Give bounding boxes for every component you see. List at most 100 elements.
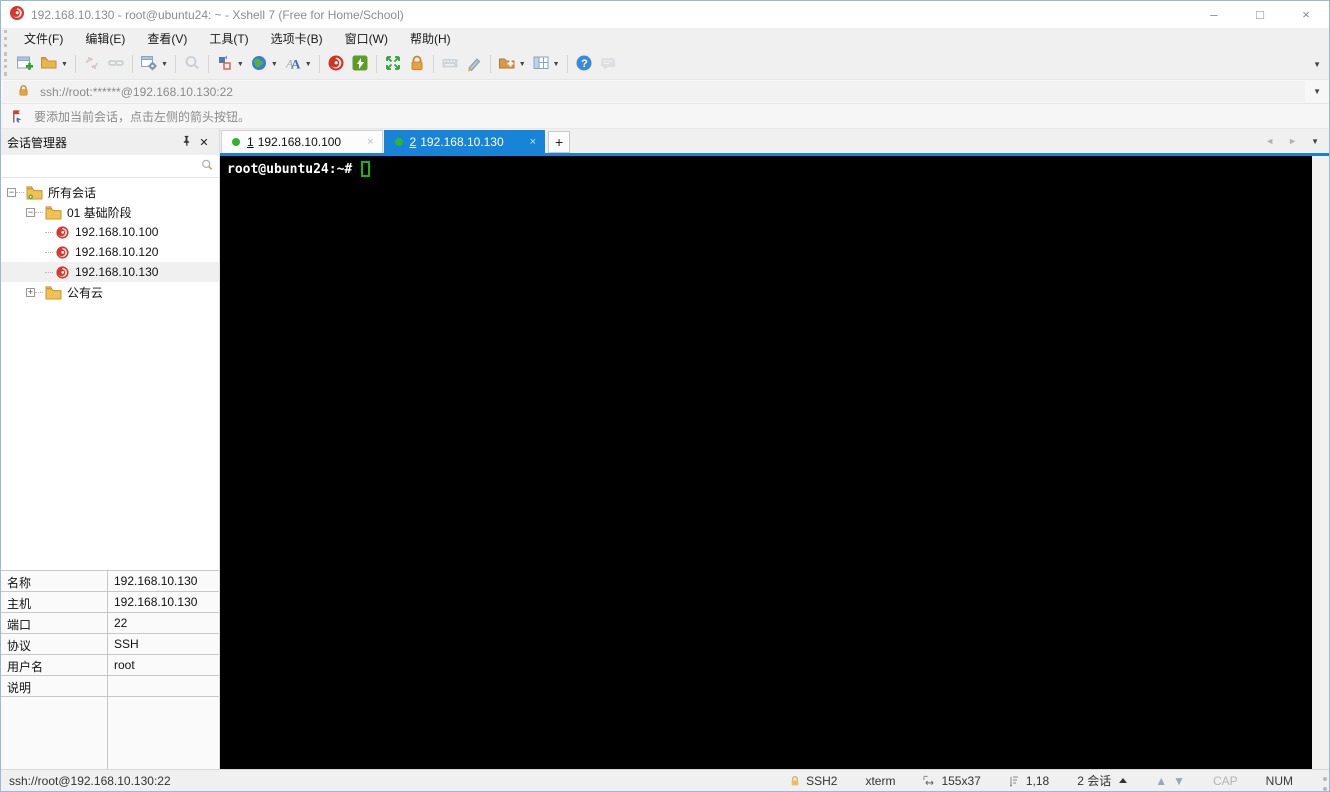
chevron-down-icon: ▼ <box>61 60 68 68</box>
tree-item-folder-01[interactable]: − 01 基础阶段 <box>1 202 219 222</box>
session-properties-button[interactable]: ▼ <box>137 52 171 76</box>
compose-bar-button[interactable]: ▼ <box>213 52 247 76</box>
tab-list-icon[interactable]: ▼ <box>1311 137 1319 146</box>
toolbar-overflow-icon[interactable]: ▼ <box>1305 60 1329 69</box>
new-session-button[interactable] <box>13 52 37 76</box>
help-button[interactable]: ? <box>572 52 596 76</box>
xshell-icon <box>327 54 345 75</box>
terminal[interactable]: root@ubuntu24:~# <box>220 156 1312 769</box>
session-manager-panel: 会话管理器 ✕ − 所有会话 − 01 基础阶段 192.168.10.100 … <box>1 129 220 769</box>
tab-session-100[interactable]: 1 192.168.10.100 × <box>221 130 383 153</box>
menu-grip[interactable] <box>4 30 9 47</box>
property-value-host[interactable]: 192.168.10.130 <box>108 592 219 612</box>
tree-item-session-130[interactable]: 192.168.10.130 <box>1 262 219 282</box>
folder-icon <box>45 285 62 300</box>
terminal-scrollbar[interactable] <box>1312 156 1329 769</box>
status-terminal-size[interactable]: 155x37 <box>909 774 994 788</box>
menu-bar: 文件(F) 编辑(E) 查看(V) 工具(T) 选项卡(B) 窗口(W) 帮助(… <box>1 28 1329 49</box>
toolbar-separator <box>131 55 133 73</box>
close-button[interactable]: × <box>1283 1 1329 28</box>
property-value-port[interactable]: 22 <box>108 613 219 633</box>
tree-item-folder-cloud[interactable]: + 公有云 <box>1 282 219 302</box>
menu-tab[interactable]: 选项卡(B) <box>260 28 334 49</box>
reconnect-icon <box>107 54 125 75</box>
chevron-down-icon: ▼ <box>518 60 526 68</box>
toolbar-separator <box>432 55 434 73</box>
tree-item-session-120[interactable]: 192.168.10.120 <box>1 242 219 262</box>
tab-session-130[interactable]: 2 192.168.10.130 × <box>383 130 546 153</box>
xshell-window: 192.168.10.130 - root@ubuntu24: ~ - Xshe… <box>0 0 1330 792</box>
font-button[interactable]: A A ▼ <box>281 52 315 76</box>
prev-session-icon[interactable]: ▲ <box>1155 774 1167 788</box>
menu-help[interactable]: 帮助(H) <box>399 28 462 49</box>
property-value-username[interactable]: root <box>108 655 219 675</box>
tab-scroll-left-icon[interactable]: ◄ <box>1265 136 1274 146</box>
expand-icon[interactable]: + <box>26 287 35 297</box>
toolbar-grip[interactable] <box>4 52 9 76</box>
toolbar-separator <box>174 55 176 73</box>
virtual-keyboard-button[interactable] <box>438 52 462 76</box>
new-tab-button[interactable]: + <box>548 131 571 153</box>
status-protocol[interactable]: SSH2 <box>775 774 851 788</box>
toolbar-separator <box>566 55 568 73</box>
menu-file[interactable]: 文件(F) <box>13 28 74 49</box>
open-folder-icon <box>40 54 58 75</box>
transfer-new-file-button[interactable]: ▼ <box>495 52 529 76</box>
xshell-launch-button[interactable] <box>324 52 348 76</box>
tree-item-session-100[interactable]: 192.168.10.100 <box>1 222 219 242</box>
new-session-icon <box>16 54 34 75</box>
menu-tools[interactable]: 工具(T) <box>198 28 259 49</box>
property-row-port: 端口 22 <box>1 613 219 634</box>
feedback-button[interactable] <box>596 52 620 76</box>
toolbar-separator <box>489 55 491 73</box>
toolbar: ▼ ▼ ▼ ▼ A A ▼ ▼ ▼ ? ▼ <box>1 49 1329 79</box>
find-button[interactable] <box>180 52 204 76</box>
layout-button[interactable]: ▼ <box>529 52 563 76</box>
menu-edit[interactable]: 编辑(E) <box>74 28 136 49</box>
property-row-description: 说明 <box>1 676 219 697</box>
disconnect-button[interactable] <box>80 52 104 76</box>
svg-text:A: A <box>291 56 301 71</box>
font-icon: AA <box>284 54 302 75</box>
address-input[interactable]: ssh://root:******@192.168.10.130:22 <box>3 81 1306 102</box>
session-manager-header: 会话管理器 ✕ <box>1 129 219 155</box>
status-terminal-type[interactable]: xterm <box>851 774 909 788</box>
tab-scroll-right-icon[interactable]: ► <box>1288 136 1297 146</box>
minimize-button[interactable]: – <box>1191 1 1237 28</box>
property-row-name: 名称 192.168.10.130 <box>1 571 219 592</box>
web-button[interactable]: ▼ <box>247 52 281 76</box>
open-session-button[interactable]: ▼ <box>37 52 71 76</box>
tab-close-icon[interactable]: × <box>367 136 373 148</box>
menu-window[interactable]: 窗口(W) <box>334 28 399 49</box>
fullscreen-button[interactable] <box>381 52 405 76</box>
tree-item-all-sessions[interactable]: − 所有会话 <box>1 182 219 202</box>
maximize-button[interactable]: □ <box>1237 1 1283 28</box>
chevron-down-icon: ▼ <box>304 60 312 68</box>
terminal-prompt: root@ubuntu24:~# <box>227 161 353 177</box>
highlight-button[interactable] <box>462 52 486 76</box>
reconnect-button[interactable] <box>104 52 128 76</box>
tab-close-icon[interactable]: × <box>530 136 536 148</box>
status-session-count[interactable]: 2 会话 <box>1063 772 1141 789</box>
property-value-name[interactable]: 192.168.10.130 <box>108 571 219 591</box>
address-overflow-icon[interactable]: ▼ <box>1305 87 1329 96</box>
terminal-wrap: root@ubuntu24:~# <box>220 156 1329 769</box>
property-value-protocol[interactable]: SSH <box>108 634 219 654</box>
lock-screen-button[interactable] <box>405 52 429 76</box>
session-search-input[interactable] <box>1 155 200 177</box>
session-icon <box>55 245 70 260</box>
pin-icon[interactable] <box>177 135 195 149</box>
search-icon[interactable] <box>200 158 214 175</box>
next-session-icon[interactable]: ▼ <box>1173 774 1185 788</box>
connected-dot-icon <box>232 138 240 146</box>
collapse-icon[interactable]: − <box>7 187 16 197</box>
status-cursor-position[interactable]: 1,18 <box>995 774 1063 788</box>
resize-grip[interactable] <box>1313 776 1327 791</box>
collapse-icon[interactable]: − <box>26 207 35 217</box>
property-value-description[interactable] <box>108 676 219 696</box>
title-bar: 192.168.10.130 - root@ubuntu24: ~ - Xshe… <box>1 1 1329 28</box>
xftp-launch-button[interactable] <box>348 52 372 76</box>
close-panel-icon[interactable]: ✕ <box>195 136 213 149</box>
new-file-icon <box>498 54 516 75</box>
menu-view[interactable]: 查看(V) <box>136 28 198 49</box>
